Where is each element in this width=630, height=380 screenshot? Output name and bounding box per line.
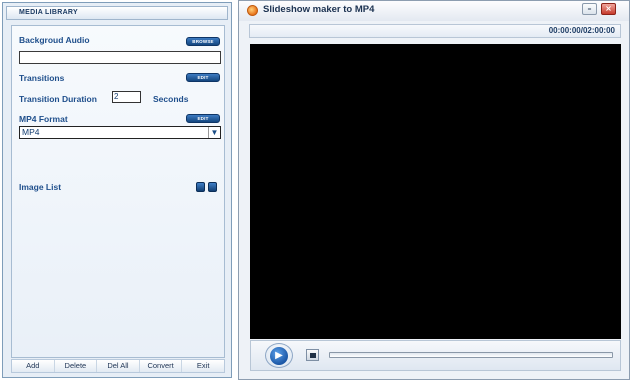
transition-duration-label: Transition Duration — [19, 94, 97, 104]
video-preview — [250, 44, 621, 339]
chevron-down-icon[interactable]: ▼ — [208, 127, 220, 138]
exit-button[interactable]: Exit — [182, 360, 224, 372]
transition-duration-input[interactable]: 2 — [112, 91, 141, 103]
media-library-panel: MEDIA LIBRARY Backgroud Audio BROWSE Tra… — [2, 2, 232, 378]
delete-button[interactable]: Delete — [55, 360, 98, 372]
format-select[interactable]: MP4 ▼ — [19, 126, 221, 139]
background-audio-label: Backgroud Audio — [19, 35, 90, 45]
seconds-label: Seconds — [153, 94, 189, 104]
preview-window: Slideshow maker to MP4 – × 00:00:00/02:0… — [238, 0, 630, 380]
close-button[interactable]: × — [601, 3, 616, 15]
convert-button[interactable]: Convert — [140, 360, 183, 372]
browse-button[interactable]: BROWSE — [186, 37, 220, 46]
title-bar[interactable]: Slideshow maker to MP4 – × — [239, 1, 629, 21]
image-list-down-button[interactable] — [208, 182, 217, 192]
seek-bar[interactable] — [329, 352, 613, 358]
format-select-value: MP4 — [22, 127, 40, 137]
play-icon: ▶ — [270, 347, 288, 365]
image-list-label: Image List — [19, 182, 62, 192]
background-audio-input[interactable] — [19, 51, 221, 64]
delete-all-button[interactable]: Del All — [97, 360, 140, 372]
window-title: Slideshow maker to MP4 — [263, 4, 375, 15]
transitions-edit-button[interactable]: EDIT — [186, 73, 220, 82]
time-display: 00:00:00/02:00:00 — [249, 24, 621, 38]
action-bar: Add Delete Del All Convert Exit — [11, 359, 225, 373]
image-list-up-button[interactable] — [196, 182, 205, 192]
media-library-content: Backgroud Audio BROWSE Transitions EDIT … — [11, 25, 225, 358]
add-button[interactable]: Add — [12, 360, 55, 372]
play-button[interactable]: ▶ — [265, 343, 293, 368]
format-edit-button[interactable]: EDIT — [186, 114, 220, 123]
media-library-header: MEDIA LIBRARY — [6, 6, 228, 20]
stop-icon — [310, 353, 316, 358]
transitions-label: Transitions — [19, 73, 65, 83]
app-icon — [247, 5, 258, 16]
player-controls: ▶ — [250, 340, 621, 371]
minimize-button[interactable]: – — [582, 3, 597, 15]
stop-button[interactable] — [306, 349, 319, 361]
mp4-format-label: MP4 Format — [19, 114, 68, 124]
